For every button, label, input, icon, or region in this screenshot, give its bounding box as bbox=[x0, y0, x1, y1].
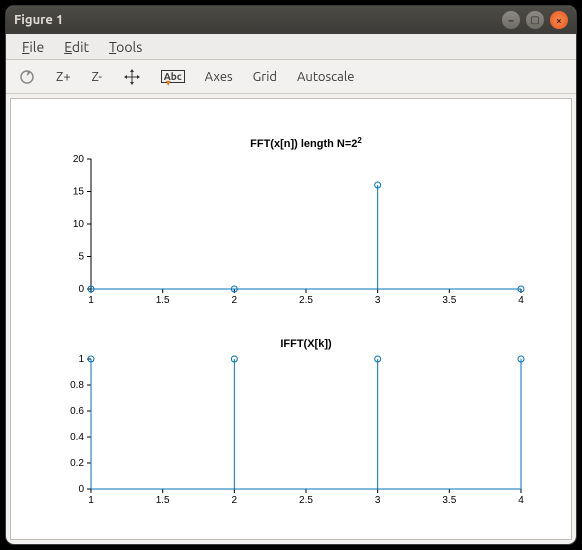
window-title: Figure 1 bbox=[14, 13, 496, 27]
menu-edit[interactable]: Edit bbox=[54, 36, 99, 58]
zoom-out-button[interactable]: Z- bbox=[85, 64, 109, 90]
svg-text:4: 4 bbox=[518, 495, 524, 506]
menubar: File Edit Tools bbox=[6, 34, 576, 60]
svg-text:1: 1 bbox=[78, 354, 84, 365]
svg-text:3: 3 bbox=[375, 495, 381, 506]
zoom-in-button[interactable]: Z+ bbox=[50, 64, 77, 90]
minimize-button[interactable]: – bbox=[502, 11, 520, 29]
zoom-out-label: Z- bbox=[91, 70, 102, 84]
titlebar[interactable]: Figure 1 – ▢ × bbox=[6, 6, 576, 34]
figure-canvas: 11.522.533.5405101520FFT(x[n]) length N=… bbox=[11, 99, 571, 539]
svg-text:1: 1 bbox=[88, 495, 94, 506]
svg-text:0.2: 0.2 bbox=[70, 458, 84, 469]
zoom-in-label: Z+ bbox=[56, 70, 71, 84]
rotate-button[interactable] bbox=[12, 64, 42, 90]
svg-text:3: 3 bbox=[375, 295, 381, 306]
svg-text:3.5: 3.5 bbox=[442, 295, 456, 306]
svg-text:IFFT(X[k]): IFFT(X[k]) bbox=[280, 338, 332, 350]
figure-window: Figure 1 – ▢ × File Edit Tools Z+ Z- Abc… bbox=[6, 6, 576, 544]
pan-icon bbox=[123, 68, 141, 86]
menu-edit-label: E bbox=[64, 39, 72, 55]
grid-button[interactable]: Grid bbox=[247, 64, 283, 90]
maximize-button[interactable]: ▢ bbox=[526, 11, 544, 29]
axes-label: Axes bbox=[205, 70, 233, 84]
toolbar: Z+ Z- Abc ▾ Axes Grid Autoscale bbox=[6, 60, 576, 94]
insert-text-button[interactable]: Abc ▾ bbox=[155, 64, 191, 90]
svg-text:0.8: 0.8 bbox=[70, 380, 84, 391]
svg-text:4: 4 bbox=[518, 295, 524, 306]
svg-text:FFT(x[n]) length N=22: FFT(x[n]) length N=22 bbox=[250, 136, 362, 151]
svg-text:0: 0 bbox=[78, 284, 84, 295]
text-icon: Abc ▾ bbox=[161, 70, 185, 83]
svg-text:3.5: 3.5 bbox=[442, 495, 456, 506]
menu-file-label: F bbox=[22, 39, 29, 55]
svg-text:0.4: 0.4 bbox=[70, 432, 84, 443]
menu-tools[interactable]: Tools bbox=[99, 36, 152, 58]
svg-text:2.5: 2.5 bbox=[299, 295, 313, 306]
svg-text:0.6: 0.6 bbox=[70, 406, 84, 417]
svg-text:1.5: 1.5 bbox=[156, 295, 170, 306]
svg-text:20: 20 bbox=[73, 154, 85, 165]
svg-text:5: 5 bbox=[78, 252, 84, 263]
autoscale-label: Autoscale bbox=[297, 70, 354, 84]
grid-label: Grid bbox=[253, 70, 277, 84]
rotate-icon bbox=[18, 68, 36, 86]
svg-text:0: 0 bbox=[78, 484, 84, 495]
svg-text:1.5: 1.5 bbox=[156, 495, 170, 506]
svg-text:10: 10 bbox=[73, 219, 85, 230]
menu-tools-label: T bbox=[109, 39, 116, 55]
menu-file[interactable]: File bbox=[12, 36, 54, 58]
pan-button[interactable] bbox=[117, 64, 147, 90]
plot-area[interactable]: 11.522.533.5405101520FFT(x[n]) length N=… bbox=[10, 98, 572, 540]
svg-text:2: 2 bbox=[232, 295, 238, 306]
axes-button[interactable]: Axes bbox=[199, 64, 239, 90]
svg-text:2.5: 2.5 bbox=[299, 495, 313, 506]
autoscale-button[interactable]: Autoscale bbox=[291, 64, 360, 90]
svg-text:2: 2 bbox=[232, 495, 238, 506]
svg-text:15: 15 bbox=[73, 187, 85, 198]
close-button[interactable]: × bbox=[550, 11, 568, 29]
svg-text:1: 1 bbox=[88, 295, 94, 306]
